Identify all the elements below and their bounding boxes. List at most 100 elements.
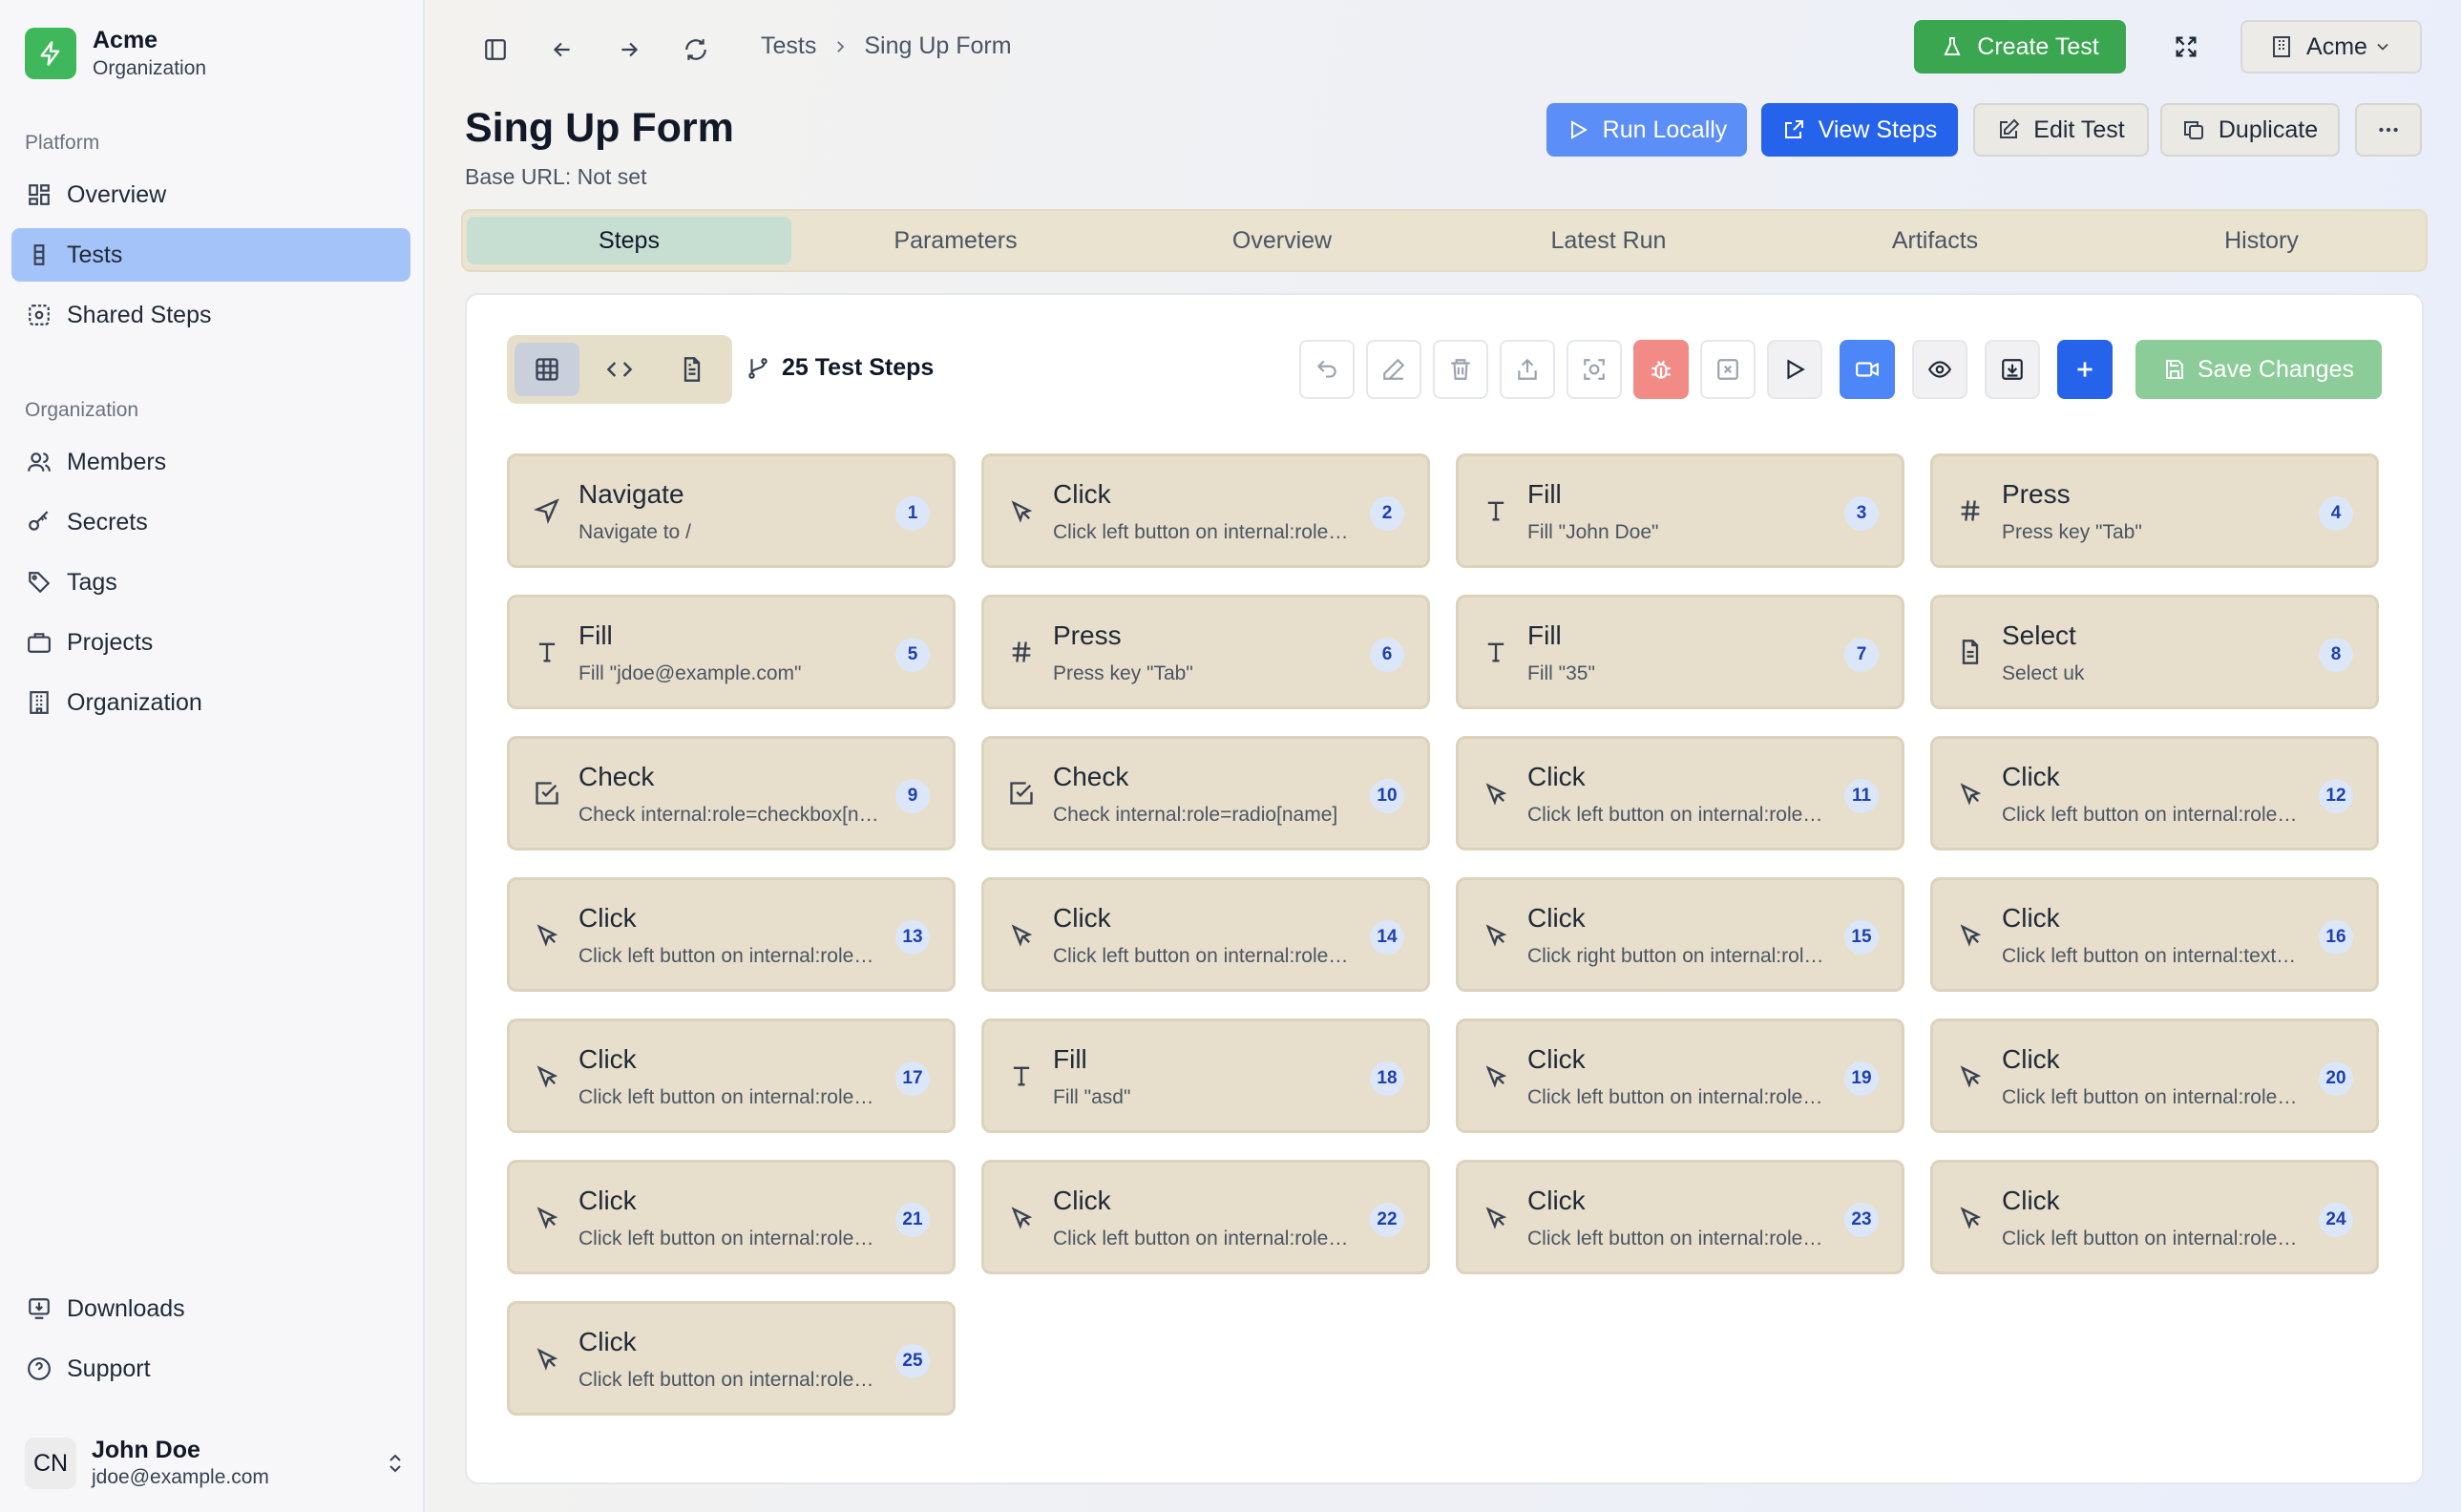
clear-button[interactable] — [1700, 340, 1756, 399]
step-title: Press — [2002, 479, 2071, 509]
sidebar-item-downloads[interactable]: Downloads — [11, 1282, 410, 1335]
step-card[interactable]: Check Check internal:role=checkbox[name] 9 — [507, 736, 956, 850]
step-card[interactable]: Click Click right button on internal:role… — [1456, 877, 1904, 992]
tab-latest-run[interactable]: Latest Run — [1446, 217, 1771, 264]
step-card[interactable]: Click Click left button on internal:text=… — [1930, 877, 2379, 992]
step-card[interactable]: Fill Fill "asd" 18 — [981, 1018, 1430, 1133]
bug-icon — [1649, 357, 1673, 382]
sidebar-item-organization[interactable]: Organization — [11, 676, 410, 729]
step-description: Check internal:role=radio[name] — [1053, 804, 1338, 826]
tab-overview[interactable]: Overview — [1120, 217, 1444, 264]
sidebar-item-members[interactable]: Members — [11, 435, 410, 489]
org-brand[interactable]: Acme Organization — [25, 25, 206, 82]
fullscreen-button[interactable] — [2162, 23, 2210, 71]
sidebar-item-projects[interactable]: Projects — [11, 616, 410, 669]
sidebar-item-label: Members — [67, 448, 167, 475]
import-button[interactable] — [1985, 340, 2040, 399]
step-card[interactable]: Click Click left button on internal:role=… — [1456, 1018, 1904, 1133]
step-title: Fill — [578, 620, 613, 650]
user-menu[interactable]: CN John Doe jdoe@example.com — [25, 1437, 407, 1490]
step-title: Click — [1053, 479, 1111, 509]
undo-button[interactable] — [1299, 340, 1355, 399]
share-step-button[interactable] — [1500, 340, 1555, 399]
step-card[interactable]: Click Click left button on internal:role=… — [507, 1160, 956, 1274]
view-steps-button[interactable]: View Steps — [1761, 103, 1958, 157]
step-card[interactable]: Press Press key "Tab" 4 — [1930, 453, 2379, 568]
org-switcher[interactable]: Acme — [2240, 20, 2422, 74]
step-description: Fill "35" — [1527, 662, 1595, 684]
step-description: Click left button on internal:role=butto… — [578, 1228, 884, 1250]
sidebar-item-tests[interactable]: Tests — [11, 228, 410, 282]
step-card[interactable]: Click Click left button on internal:role=… — [1456, 736, 1904, 850]
save-icon — [2163, 358, 2186, 381]
delete-step-button[interactable] — [1433, 340, 1488, 399]
refresh-icon[interactable] — [677, 31, 715, 69]
create-test-button[interactable]: Create Test — [1914, 20, 2126, 74]
step-card[interactable]: Click Click left button on internal:role=… — [1930, 1018, 2379, 1133]
step-number-badge: 7 — [1844, 638, 1879, 672]
step-title: Click — [2002, 903, 2060, 933]
page-title: Sing Up Form — [465, 105, 734, 151]
breadcrumb-tests-link[interactable]: Tests — [761, 32, 816, 60]
run-locally-button[interactable]: Run Locally — [1546, 103, 1747, 157]
step-card[interactable]: Click Click left button on internal:role=… — [1930, 1160, 2379, 1274]
sidebar-item-label: Tests — [67, 241, 123, 268]
grid-view-button[interactable] — [515, 343, 579, 396]
scan-element-button[interactable] — [1567, 340, 1622, 399]
plus-icon — [2072, 357, 2097, 382]
debug-button[interactable] — [1633, 340, 1689, 399]
sidebar-item-tags[interactable]: Tags — [11, 556, 410, 609]
step-card[interactable]: Fill Fill "jdoe@example.com" 5 — [507, 595, 956, 709]
more-options-button[interactable] — [2355, 103, 2422, 157]
step-description: Click left button on internal:text=butto… — [2002, 945, 2307, 967]
forward-arrow-icon[interactable] — [610, 31, 648, 69]
cursor-click-icon — [1482, 1203, 1510, 1231]
record-video-button[interactable] — [1840, 340, 1895, 399]
preview-button[interactable] — [1912, 340, 1967, 399]
code-view-button[interactable] — [587, 343, 652, 396]
duplicate-button[interactable]: Duplicate — [2160, 103, 2340, 157]
step-card[interactable]: Click Click left button on internal:role=… — [507, 1301, 956, 1416]
step-card[interactable]: Select Select uk 8 — [1930, 595, 2379, 709]
briefcase-icon — [25, 628, 53, 657]
step-card[interactable]: Click Click left button on internal:role=… — [507, 877, 956, 992]
sidebar-item-overview[interactable]: Overview — [11, 168, 410, 221]
more-horizontal-icon — [2376, 117, 2401, 142]
step-card[interactable]: Press Press key "Tab" 6 — [981, 595, 1430, 709]
step-title: Check — [1053, 762, 1129, 791]
cursor-click-icon — [1482, 920, 1510, 949]
step-card[interactable]: Navigate Navigate to / 1 — [507, 453, 956, 568]
tab-steps[interactable]: Steps — [467, 217, 791, 264]
step-card[interactable]: Click Click left button on internal:role=… — [507, 1018, 956, 1133]
step-card[interactable]: Click Click left button on internal:role=… — [981, 453, 1430, 568]
navigate-icon — [533, 496, 561, 525]
tab-history[interactable]: History — [2099, 217, 2424, 264]
sidebar-item-label: Shared Steps — [67, 301, 212, 328]
step-card[interactable]: Check Check internal:role=radio[name] 10 — [981, 736, 1430, 850]
back-arrow-icon[interactable] — [543, 31, 581, 69]
save-changes-button[interactable]: Save Changes — [2135, 340, 2382, 399]
step-title: Select — [2002, 620, 2076, 650]
step-card[interactable]: Click Click left button on internal:role=… — [1456, 1160, 1904, 1274]
edit-test-button[interactable]: Edit Test — [1973, 103, 2149, 157]
step-card[interactable]: Click Click left button on internal:role=… — [981, 1160, 1430, 1274]
step-card[interactable]: Fill Fill "35" 7 — [1456, 595, 1904, 709]
add-step-button[interactable] — [2057, 340, 2113, 399]
bolt-icon — [25, 28, 76, 79]
sidebar-item-secrets[interactable]: Secrets — [11, 495, 410, 549]
document-view-button[interactable] — [660, 343, 725, 396]
sidebar-item-shared-steps[interactable]: Shared Steps — [11, 288, 410, 342]
sidebar-item-support[interactable]: Support — [11, 1342, 410, 1396]
edit-step-button[interactable] — [1366, 340, 1421, 399]
step-title: Fill — [1053, 1044, 1087, 1074]
tab-artifacts[interactable]: Artifacts — [1773, 217, 2097, 264]
step-card[interactable]: Click Click left button on internal:role=… — [981, 877, 1430, 992]
step-number-badge: 21 — [895, 1203, 930, 1237]
step-card[interactable]: Fill Fill "John Doe" 3 — [1456, 453, 1904, 568]
sidebar-toggle-icon[interactable] — [476, 31, 515, 69]
play-button[interactable] — [1767, 340, 1822, 399]
breadcrumb: Tests Sing Up Form — [761, 32, 1012, 60]
step-card[interactable]: Click Click left button on internal:role=… — [1930, 736, 2379, 850]
step-description: Fill "jdoe@example.com" — [578, 662, 802, 684]
tab-parameters[interactable]: Parameters — [793, 217, 1118, 264]
